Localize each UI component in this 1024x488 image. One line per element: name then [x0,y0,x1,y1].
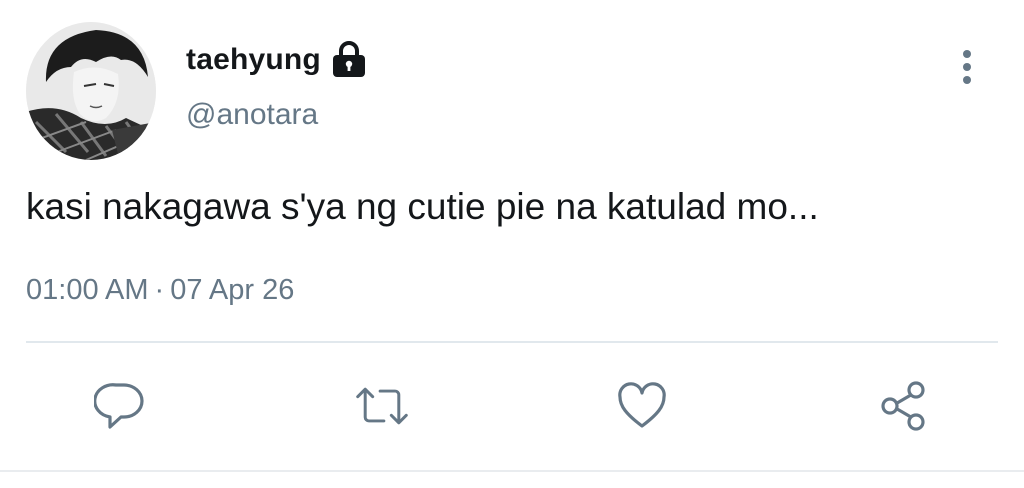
user-name-row: taehyung [186,38,367,82]
like-button[interactable] [614,378,670,434]
share-nodes-icon [881,381,925,431]
reply-button[interactable] [92,378,148,434]
vertical-dots-icon [963,50,971,84]
display-name[interactable]: taehyung [186,43,321,77]
divider [26,341,998,343]
tweet-text: kasi nakagawa s'ya ng cutie pie na katul… [26,186,819,227]
tweet-time: 01:00 AM [26,274,149,306]
avatar[interactable] [26,22,156,160]
bottom-divider [0,470,1024,472]
meta-separator: · [154,274,165,306]
speech-bubble-icon [94,383,144,429]
tweet-card: taehyung @anotara kasi nakagawa s'ya ng … [0,0,1024,488]
heart-icon [618,382,666,428]
lock-icon [331,41,367,79]
more-options-button[interactable] [950,44,984,90]
tweet-timestamp: 01:00 AM · 07 Apr 26 [26,274,294,307]
share-button[interactable] [876,378,932,434]
tweet-date: 07 Apr 26 [170,274,295,306]
retweet-arrows-icon [356,387,408,425]
retweet-button[interactable] [354,378,410,434]
user-handle[interactable]: @anotara [186,98,318,132]
